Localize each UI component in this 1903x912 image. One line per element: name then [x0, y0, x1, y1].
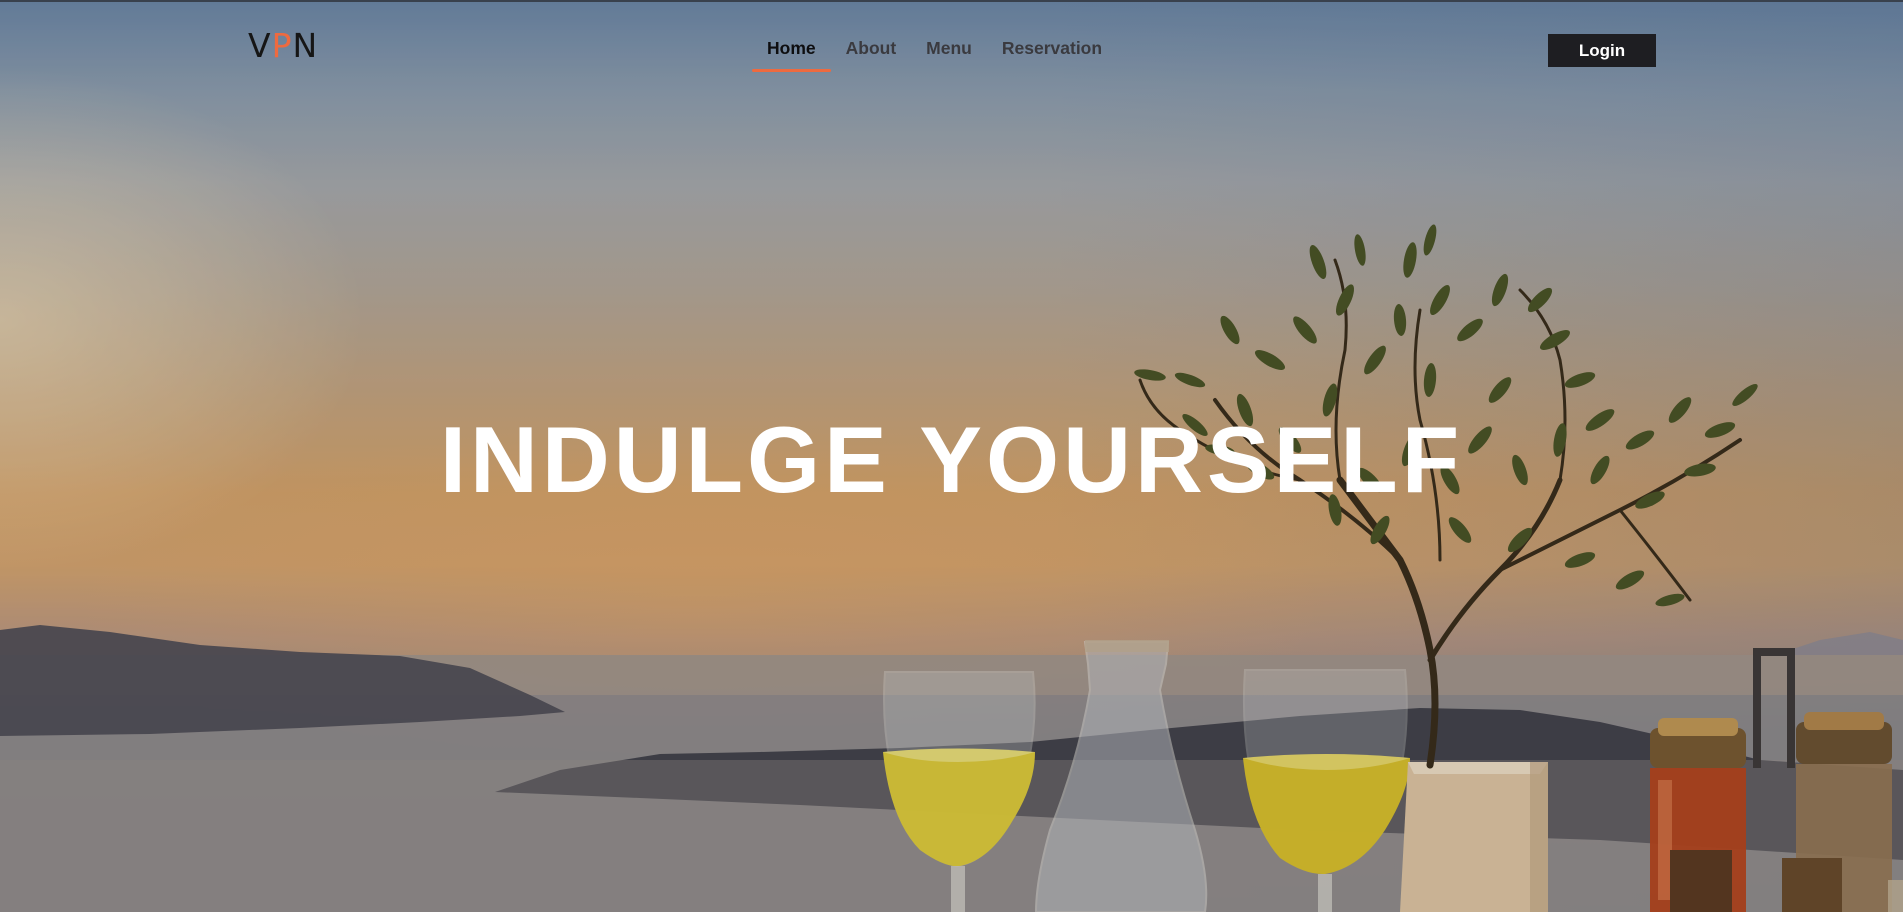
landing-page: VPN Home About Menu Reservation Login IN…	[0, 0, 1903, 912]
nav-item-about[interactable]: About	[831, 30, 912, 72]
nav-item-home[interactable]: Home	[752, 30, 831, 72]
hero-headline: INDULGE YOURSELF	[439, 407, 1464, 512]
nav-item-label: About	[845, 38, 897, 58]
logo[interactable]: VPN	[248, 26, 318, 66]
top-border	[0, 0, 1903, 2]
main-nav: Home About Menu Reservation	[752, 30, 1117, 72]
nav-item-label: Reservation	[1001, 38, 1103, 58]
nav-item-menu[interactable]: Menu	[911, 30, 987, 72]
login-button[interactable]: Login	[1548, 34, 1656, 67]
nav-item-label: Menu	[926, 38, 972, 58]
nav-item-label: Home	[767, 38, 816, 58]
logo-letter-n: N	[292, 26, 319, 65]
nav-item-reservation[interactable]: Reservation	[987, 30, 1117, 72]
logo-letter-v: V	[248, 26, 272, 65]
logo-letter-p: P	[271, 26, 293, 65]
